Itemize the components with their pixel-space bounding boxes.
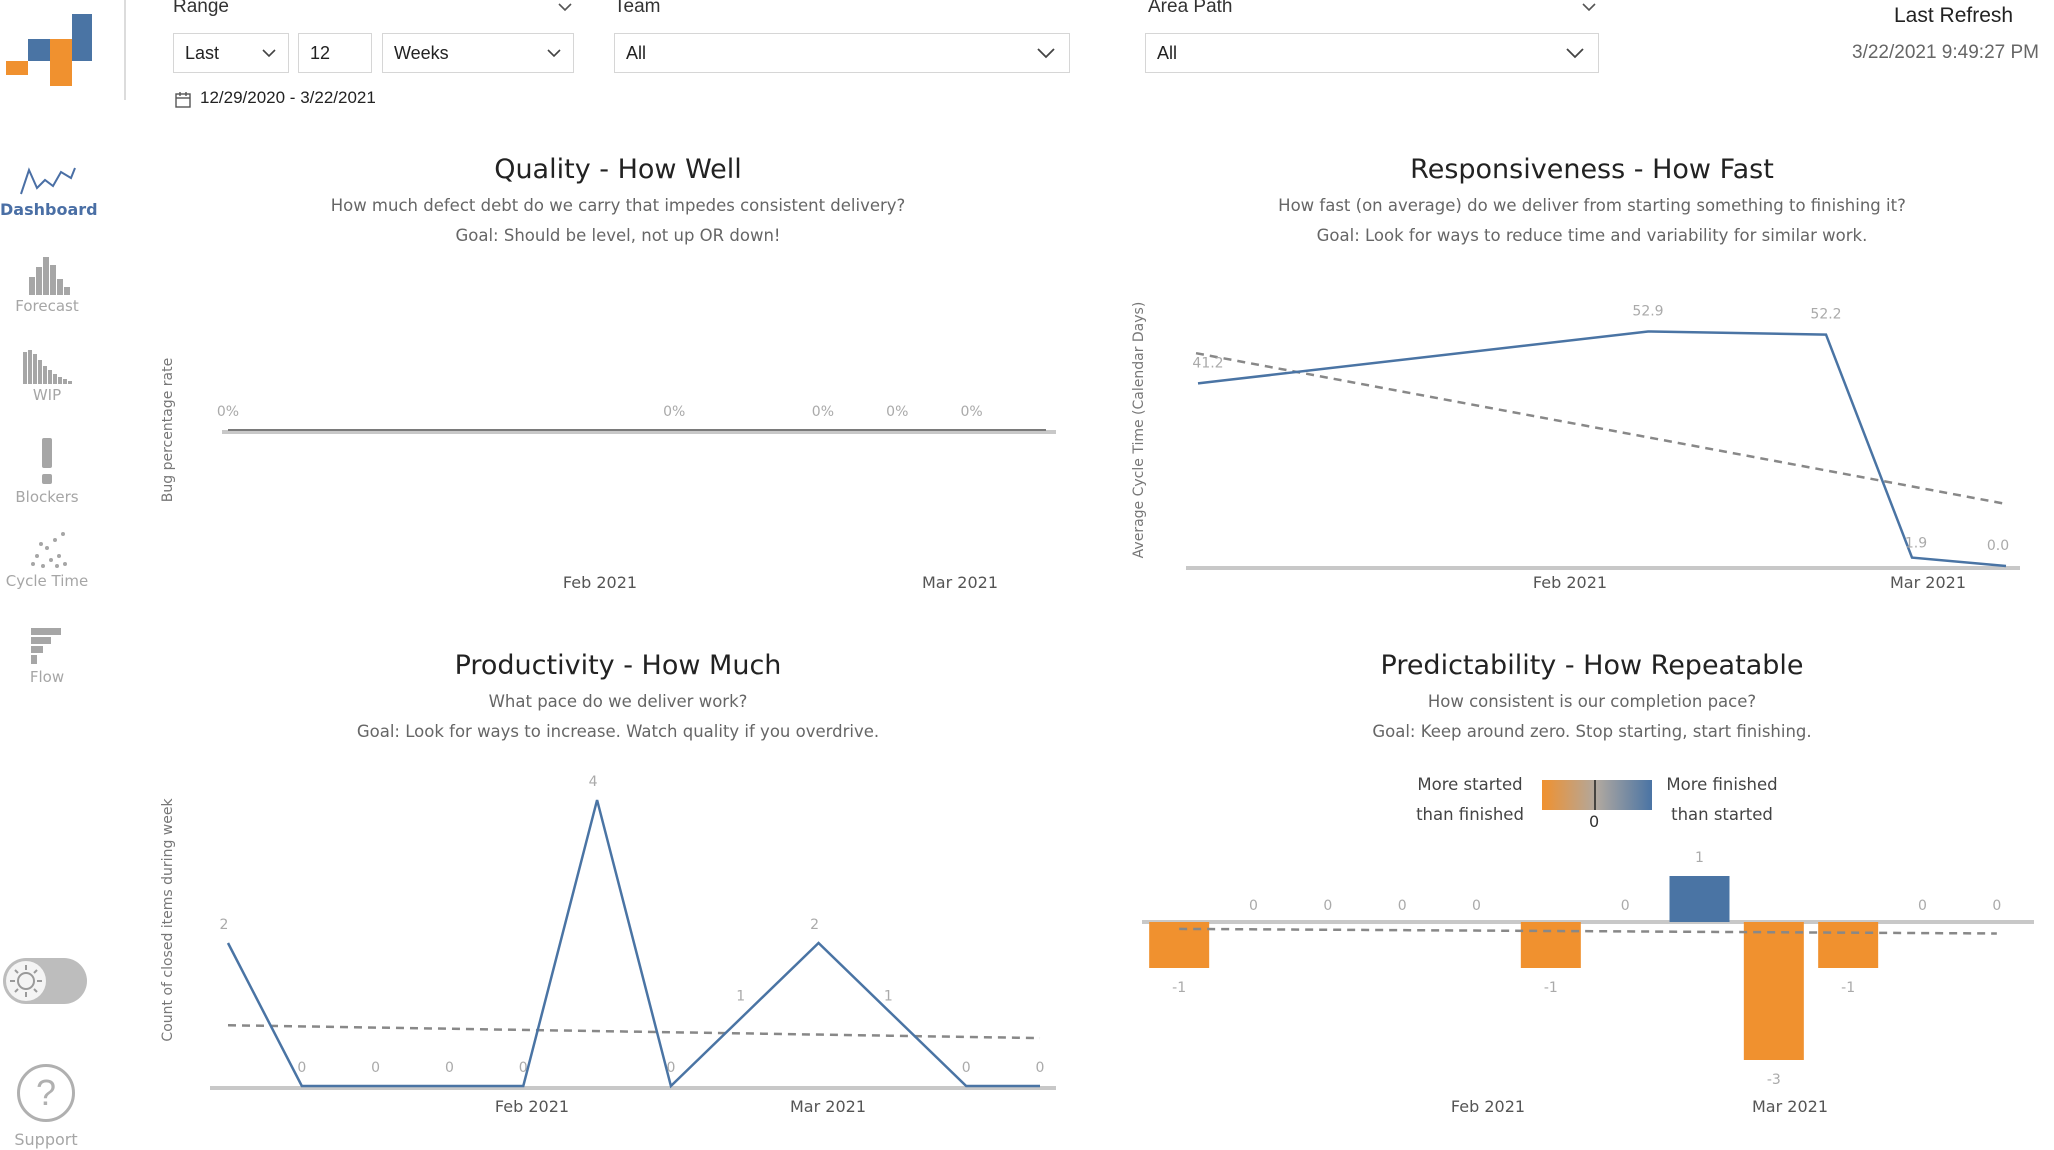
responsiveness-x-tick: Mar 2021	[1890, 573, 1966, 592]
quality-x-tick: Mar 2021	[922, 573, 998, 592]
responsiveness-data-label: 52.2	[1810, 307, 1841, 323]
predictability-data-label: -1	[1544, 980, 1558, 996]
predictability-bar	[1743, 922, 1804, 1060]
predictability-data-label: 0	[1472, 898, 1481, 914]
responsiveness-data-label: 41.2	[1192, 355, 1223, 371]
productivity-data-label: 4	[589, 774, 598, 790]
quality-y-axis-title: Bug percentage rate	[160, 358, 176, 502]
productivity-data-label: 0	[1036, 1060, 1045, 1076]
predictability-data-label: 0	[1249, 898, 1258, 914]
responsiveness-trend-line	[1195, 351, 2007, 506]
quality-data-label: 0%	[217, 404, 239, 420]
quality-data-label: 0%	[812, 404, 834, 420]
productivity-y-axis-title: Count of closed items during week	[160, 798, 176, 1042]
productivity-data-label: 0	[297, 1060, 306, 1076]
quality-x-tick: Feb 2021	[563, 573, 637, 592]
responsiveness-data-label: 1.9	[1905, 536, 1927, 552]
productivity-data-label: 0	[519, 1060, 528, 1076]
productivity-data-label: 1	[884, 989, 893, 1005]
responsiveness-x-tick: Feb 2021	[1533, 573, 1607, 592]
productivity-data-label: 0	[962, 1060, 971, 1076]
productivity-x-tick: Feb 2021	[495, 1097, 569, 1116]
predictability-data-label: 0	[1992, 898, 2001, 914]
productivity-series-line	[226, 799, 1040, 1089]
charts-canvas: 0% 0% 0% 0% 0% Feb 2021 Mar 2021 Bug percentage…	[160, 302, 2034, 1116]
responsiveness-data-label: 0.0	[1987, 538, 2009, 554]
predictability-bar	[1520, 922, 1581, 968]
predictability-bar	[1818, 922, 1879, 968]
productivity-data-label: 2	[220, 917, 229, 933]
productivity-data-label: 2	[810, 917, 819, 933]
quality-data-label: 0%	[886, 404, 908, 420]
quality-data-label: 0%	[663, 404, 685, 420]
responsiveness-y-axis-title: Average Cycle Time (Calendar Days)	[1131, 302, 1147, 559]
predictability-bar	[1669, 876, 1730, 922]
predictability-data-label: 0	[1323, 898, 1332, 914]
productivity-data-label: 0	[666, 1060, 675, 1076]
responsiveness-data-label: 52.9	[1632, 303, 1663, 319]
productivity-data-label: 1	[736, 989, 745, 1005]
quality-data-label: 0%	[961, 404, 983, 420]
predictability-data-label: -1	[1172, 980, 1186, 996]
productivity-trend-line	[227, 1023, 1041, 1040]
responsiveness-series-line	[1197, 330, 2007, 568]
predictability-x-tick: Feb 2021	[1451, 1097, 1525, 1116]
productivity-x-tick: Mar 2021	[790, 1097, 866, 1116]
predictability-data-label: 1	[1695, 850, 1704, 866]
predictability-data-label: -1	[1841, 980, 1855, 996]
predictability-data-label: -3	[1767, 1072, 1781, 1088]
predictability-data-label: 0	[1398, 898, 1407, 914]
productivity-data-label: 0	[371, 1060, 380, 1076]
predictability-data-label: 0	[1621, 898, 1630, 914]
predictability-x-tick: Mar 2021	[1752, 1097, 1828, 1116]
predictability-data-label: 0	[1918, 898, 1927, 914]
productivity-data-label: 0	[445, 1060, 454, 1076]
